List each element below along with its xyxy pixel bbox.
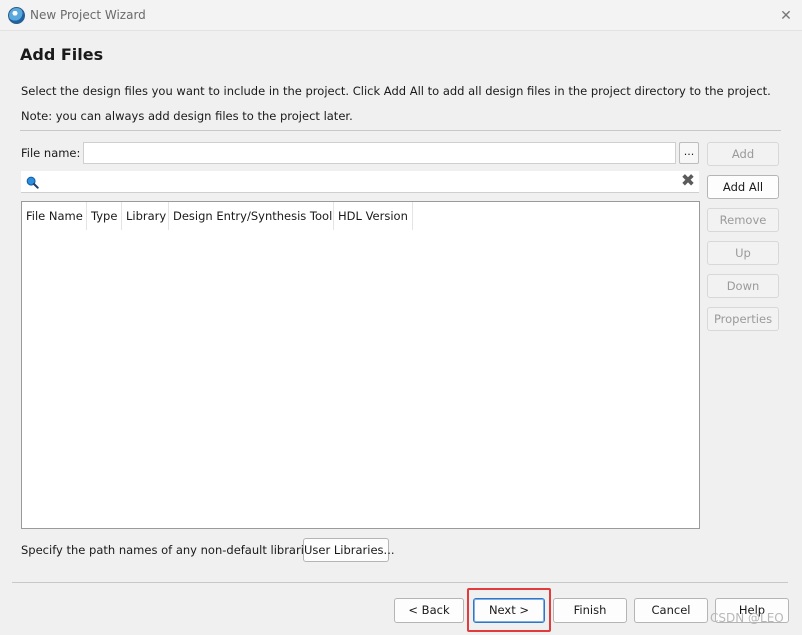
back-button[interactable]: < Back — [394, 598, 464, 623]
column-header-hdl-version[interactable]: HDL Version — [334, 202, 413, 230]
up-button[interactable]: Up — [707, 241, 779, 265]
search-bar: ✖ — [21, 171, 699, 193]
search-input[interactable] — [45, 172, 671, 191]
files-table[interactable]: File Name Type Library Design Entry/Synt… — [21, 201, 700, 529]
page-note: Note: you can always add design files to… — [21, 109, 353, 123]
file-name-input[interactable] — [83, 142, 676, 164]
title-bar: New Project Wizard ✕ — [0, 0, 802, 31]
watermark: CSDN @LEO — [710, 611, 784, 625]
clear-search-icon[interactable]: ✖ — [680, 173, 696, 190]
remove-button[interactable]: Remove — [707, 208, 779, 232]
finish-button[interactable]: Finish — [553, 598, 627, 623]
page-description: Select the design files you want to incl… — [21, 84, 771, 98]
column-header-type[interactable]: Type — [87, 202, 122, 230]
search-icon — [26, 176, 39, 189]
add-button[interactable]: Add — [707, 142, 779, 166]
user-libraries-label: Specify the path names of any non-defaul… — [21, 543, 321, 557]
window-title: New Project Wizard — [30, 8, 146, 22]
column-header-file-name[interactable]: File Name — [22, 202, 87, 230]
cancel-button[interactable]: Cancel — [634, 598, 708, 623]
app-logo-icon — [8, 7, 25, 24]
column-header-design-entry-tool[interactable]: Design Entry/Synthesis Tool — [169, 202, 334, 230]
page-title: Add Files — [20, 45, 104, 64]
down-button[interactable]: Down — [707, 274, 779, 298]
properties-button[interactable]: Properties — [707, 307, 779, 331]
next-button[interactable]: Next > — [473, 598, 545, 623]
add-all-button[interactable]: Add All — [707, 175, 779, 199]
header-divider — [20, 130, 781, 131]
browse-button[interactable]: ... — [679, 142, 699, 164]
footer-divider — [12, 582, 788, 583]
close-icon[interactable]: ✕ — [776, 6, 796, 26]
column-header-library[interactable]: Library — [122, 202, 169, 230]
user-libraries-button[interactable]: User Libraries... — [303, 538, 395, 562]
file-name-label: File name: — [21, 146, 81, 160]
